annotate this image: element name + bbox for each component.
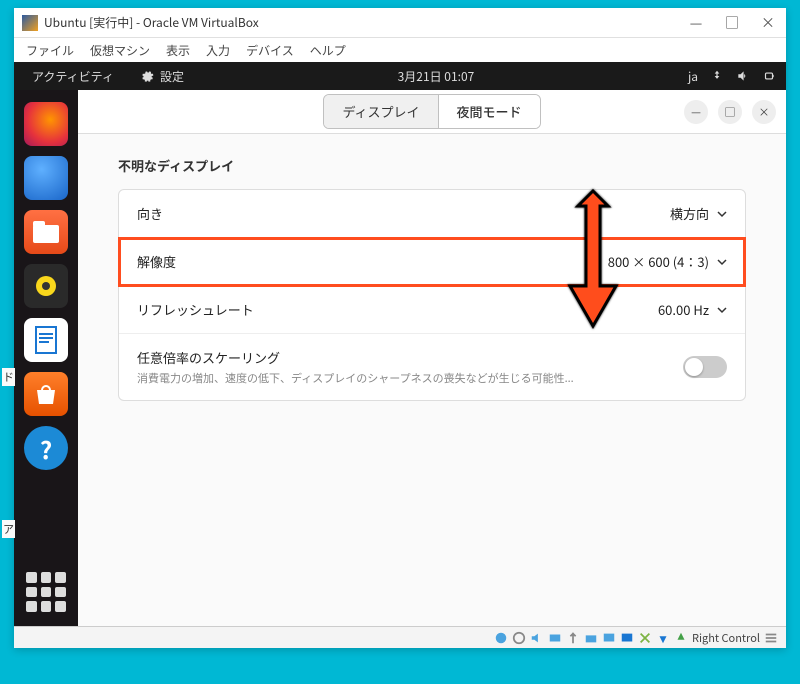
tab-switcher: ディスプレイ 夜間モード (323, 94, 540, 129)
topbar-clock[interactable]: 3月21日 01:07 (184, 68, 688, 85)
inner-close-button[interactable]: × (752, 100, 776, 124)
desktop: ? ディスプレイ 夜間モード — □ × 不明なディスプレイ (14, 90, 786, 626)
optical-icon[interactable] (512, 631, 526, 645)
scaling-description: 消費電力の増加、速度の低下、ディスプレイのシャープネスの喪失などが生じる可能性.… (137, 370, 574, 386)
recording-icon[interactable] (620, 631, 634, 645)
scaling-toggle[interactable] (683, 356, 727, 378)
settings-content: ディスプレイ 夜間モード — □ × 不明なディスプレイ 向き (78, 90, 786, 626)
virtualbox-window: Ubuntu [実行中] - Oracle VM VirtualBox — □ … (14, 8, 786, 648)
cpu-icon[interactable] (638, 631, 652, 645)
minimize-button[interactable]: — (686, 13, 706, 33)
orientation-label: 向き (137, 204, 163, 223)
shopping-bag-icon (33, 382, 59, 406)
virtualbox-statusbar: Right Control (14, 626, 786, 648)
menu-input[interactable]: 入力 (200, 40, 236, 61)
chevron-down-icon (717, 209, 727, 219)
dock-firefox[interactable] (24, 102, 68, 146)
speaker-icon (33, 273, 59, 299)
chevron-down-icon (717, 305, 727, 315)
network-icon (710, 69, 724, 83)
mouse-integration-icon[interactable] (656, 631, 670, 645)
keyboard-capture-icon[interactable] (674, 631, 688, 645)
menu-view[interactable]: 表示 (160, 40, 196, 61)
statusbar-menu-icon[interactable] (764, 631, 778, 645)
settings-list: 向き 横方向 解像度 800 × 600 (4：3) (118, 189, 746, 401)
dock-files[interactable] (24, 210, 68, 254)
bg-label-2: ア (2, 520, 15, 538)
window-title: Ubuntu [実行中] - Oracle VM VirtualBox (44, 14, 686, 31)
maximize-button[interactable]: □ (722, 13, 742, 33)
chevron-down-icon (717, 257, 727, 267)
audio-icon[interactable] (530, 631, 544, 645)
guest-screen: アクティビティ 設定 3月21日 01:07 ja ? (14, 62, 786, 626)
shared-folder-icon[interactable] (584, 631, 598, 645)
orientation-value: 横方向 (670, 204, 709, 223)
row-orientation[interactable]: 向き 横方向 (119, 190, 745, 238)
dock: ? (14, 90, 78, 626)
menu-file[interactable]: ファイル (20, 40, 80, 61)
section-title: 不明なディスプレイ (118, 156, 746, 175)
usb-icon[interactable] (566, 631, 580, 645)
refresh-label: リフレッシュレート (137, 300, 254, 319)
host-key-label: Right Control (692, 630, 760, 646)
harddisk-icon[interactable] (494, 631, 508, 645)
virtualbox-icon (22, 15, 38, 31)
menu-device[interactable]: デバイス (240, 40, 300, 61)
document-icon (32, 325, 60, 355)
topbar-status[interactable]: ja (688, 68, 776, 85)
row-refresh-rate[interactable]: リフレッシュレート 60.00 Hz (119, 286, 745, 334)
menu-help[interactable]: ヘルプ (304, 40, 352, 61)
tab-night-light[interactable]: 夜間モード (439, 95, 540, 128)
settings-header: ディスプレイ 夜間モード — □ × (78, 90, 786, 134)
menu-machine[interactable]: 仮想マシン (84, 40, 156, 61)
display-icon[interactable] (602, 631, 616, 645)
show-apps-button[interactable] (26, 572, 66, 612)
input-lang[interactable]: ja (688, 68, 698, 85)
inner-minimize-button[interactable]: — (684, 100, 708, 124)
topbar-app-name: 設定 (160, 68, 184, 85)
gear-icon (140, 69, 154, 83)
dock-help[interactable]: ? (24, 426, 68, 470)
power-icon (762, 69, 776, 83)
refresh-value: 60.00 Hz (658, 300, 709, 319)
window-controls: — □ × (686, 13, 778, 33)
dock-rhythmbox[interactable] (24, 264, 68, 308)
row-fractional-scaling[interactable]: 任意倍率のスケーリング 消費電力の増加、速度の低下、ディスプレイのシャープネスの… (119, 334, 745, 400)
resolution-value: 800 × 600 (4：3) (608, 252, 709, 271)
close-button[interactable]: × (758, 13, 778, 33)
bg-label-1: ド (2, 368, 15, 386)
window-controls-inner: — □ × (684, 100, 776, 124)
menubar: ファイル 仮想マシン 表示 入力 デバイス ヘルプ (14, 38, 786, 62)
dock-thunderbird[interactable] (24, 156, 68, 200)
row-resolution[interactable]: 解像度 800 × 600 (4：3) (119, 238, 745, 286)
question-icon: ? (40, 431, 52, 466)
network-status-icon[interactable] (548, 631, 562, 645)
tab-display[interactable]: ディスプレイ (324, 95, 438, 128)
folder-icon (33, 221, 59, 243)
dock-ubuntu-software[interactable] (24, 372, 68, 416)
scaling-label: 任意倍率のスケーリング (137, 348, 574, 367)
topbar-app[interactable]: 設定 (140, 68, 184, 85)
volume-icon (736, 69, 750, 83)
titlebar: Ubuntu [実行中] - Oracle VM VirtualBox — □ … (14, 8, 786, 38)
display-panel: 不明なディスプレイ 向き 横方向 解像度 800 × (78, 134, 786, 423)
dock-libreoffice-writer[interactable] (24, 318, 68, 362)
inner-maximize-button[interactable]: □ (718, 100, 742, 124)
resolution-label: 解像度 (137, 252, 176, 271)
gnome-topbar: アクティビティ 設定 3月21日 01:07 ja (14, 62, 786, 90)
activities-button[interactable]: アクティビティ (24, 66, 122, 87)
